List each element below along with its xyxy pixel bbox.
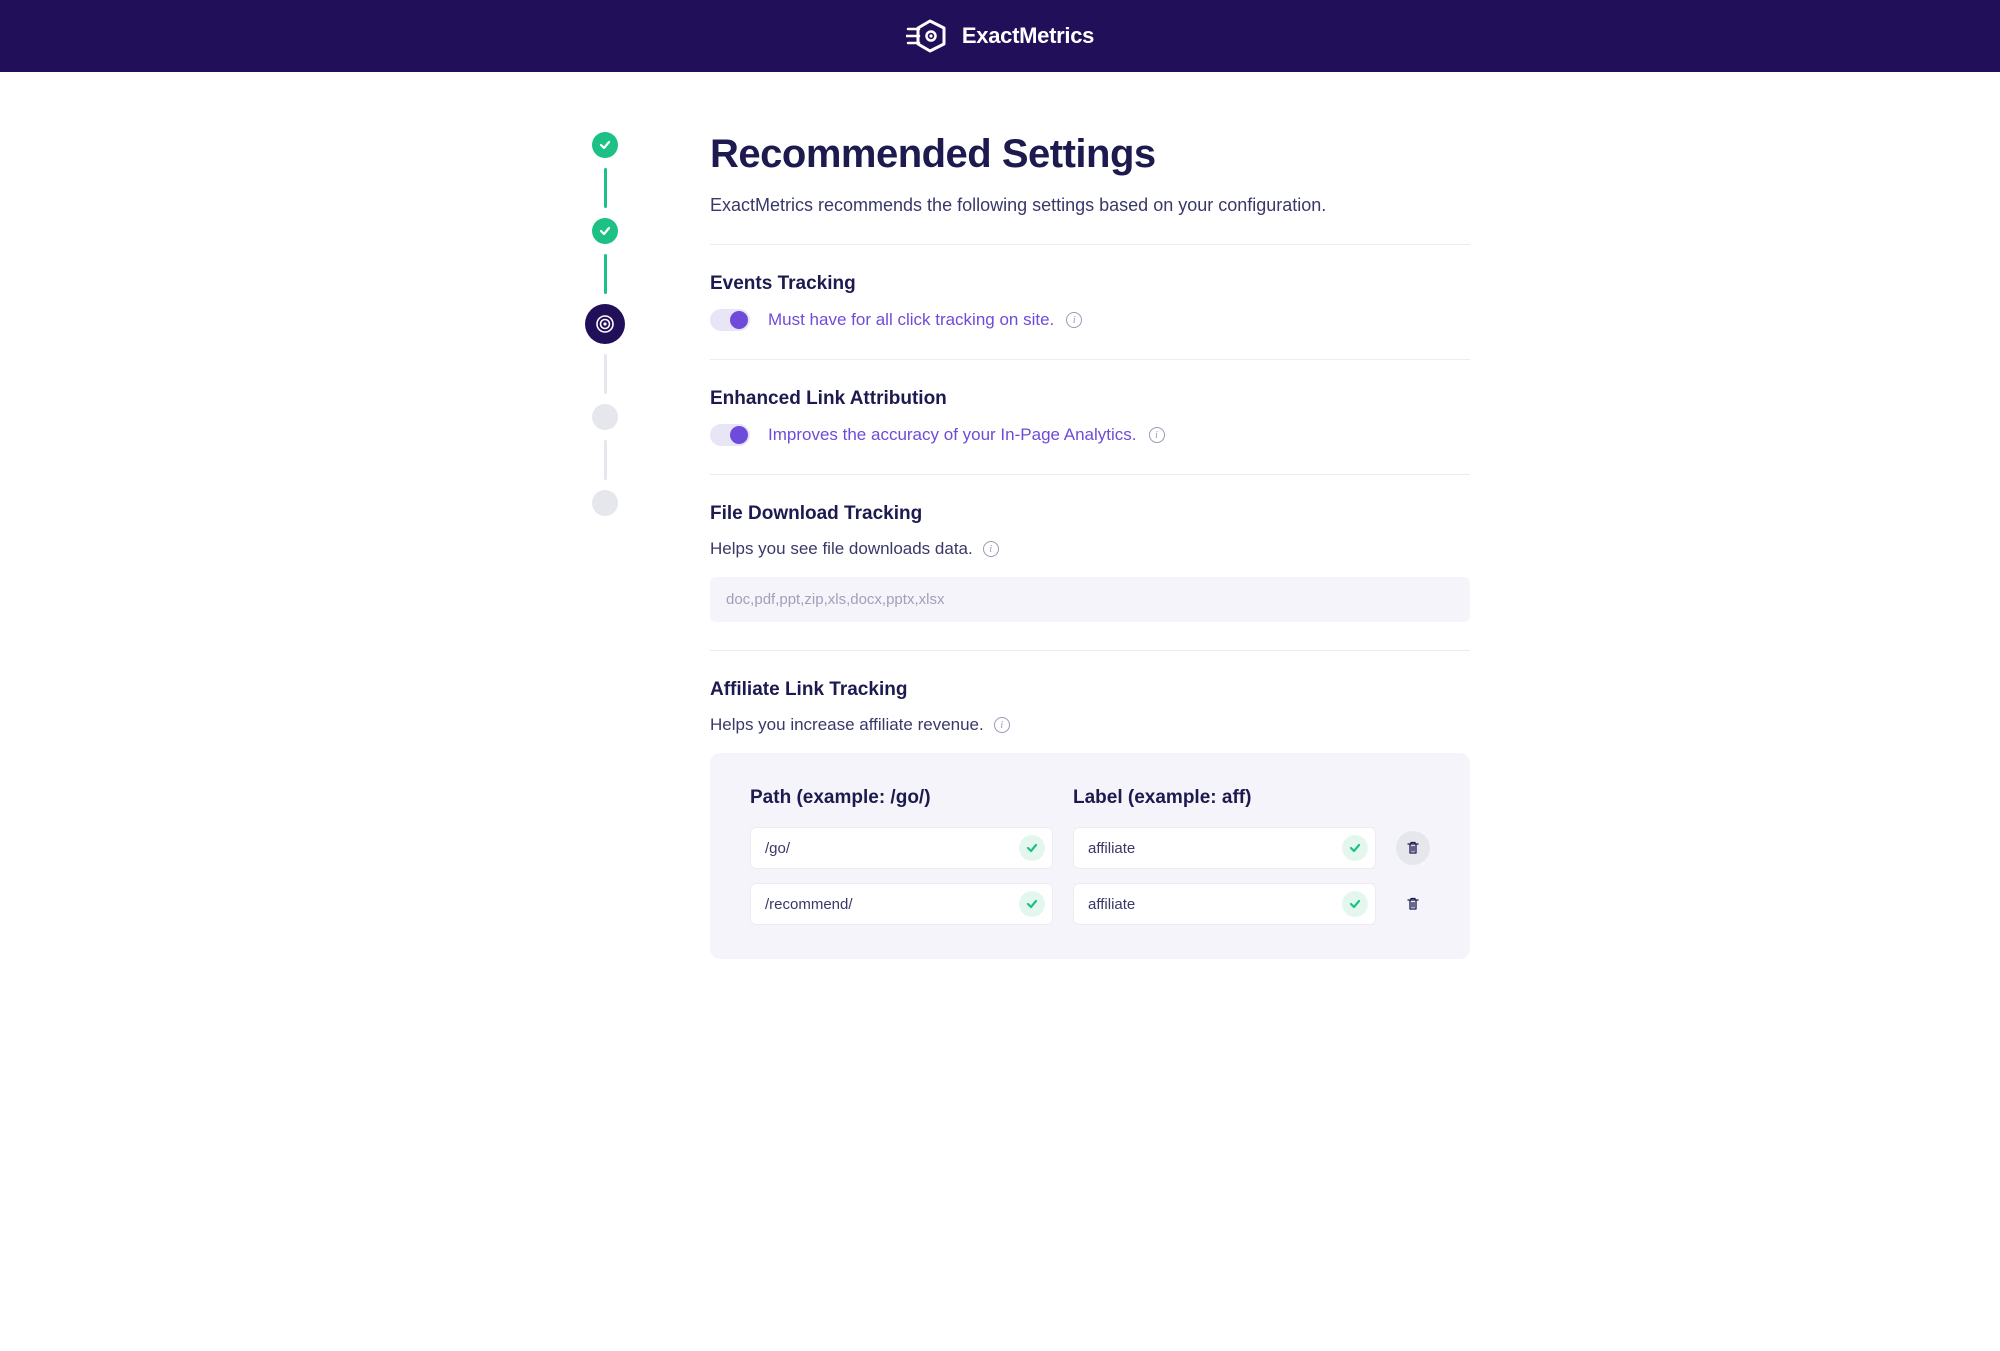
file-download-sub-text: Helps you see file downloads data.	[710, 539, 973, 559]
step-5-future[interactable]	[592, 490, 618, 516]
affiliate-path-input[interactable]	[750, 827, 1053, 869]
valid-check-icon	[1342, 891, 1368, 917]
delete-row-button[interactable]	[1396, 831, 1430, 865]
affiliate-row	[750, 827, 1430, 869]
affiliate-sub: Helps you increase affiliate revenue. i	[710, 715, 1470, 735]
affiliate-path-input[interactable]	[750, 883, 1053, 925]
affiliate-sub-text: Helps you increase affiliate revenue.	[710, 715, 984, 735]
trash-icon	[1405, 840, 1421, 856]
info-icon[interactable]: i	[1066, 312, 1082, 328]
affiliate-path-header: Path (example: /go/)	[750, 787, 1053, 809]
app-header: ExactMetrics	[0, 0, 2000, 72]
events-tracking-desc: Must have for all click tracking on site…	[768, 310, 1082, 330]
page-title: Recommended Settings	[710, 132, 1470, 177]
brand-name: ExactMetrics	[962, 23, 1094, 49]
valid-check-icon	[1019, 891, 1045, 917]
affiliate-label-input[interactable]	[1073, 827, 1376, 869]
affiliate-label-input[interactable]	[1073, 883, 1376, 925]
info-icon[interactable]: i	[983, 541, 999, 557]
enhanced-link-title: Enhanced Link Attribution	[710, 388, 1470, 410]
step-2-done[interactable]	[592, 218, 618, 244]
affiliate-block: Path (example: /go/) Label (example: aff…	[710, 753, 1470, 959]
step-connector	[604, 168, 607, 208]
checkmark-icon	[598, 138, 612, 152]
affiliate-label-header: Label (example: aff)	[1073, 787, 1376, 809]
delete-row-button[interactable]	[1396, 887, 1430, 921]
events-tracking-title: Events Tracking	[710, 273, 1470, 295]
toggle-knob	[730, 426, 748, 444]
file-extensions-input[interactable]: doc,pdf,ppt,zip,xls,docx,pptx,xlsx	[710, 577, 1470, 622]
divider	[710, 244, 1470, 245]
checkmark-icon	[598, 224, 612, 238]
valid-check-icon	[1342, 835, 1368, 861]
events-tracking-desc-text: Must have for all click tracking on site…	[768, 310, 1054, 330]
affiliate-row	[750, 883, 1430, 925]
info-icon[interactable]: i	[1149, 427, 1165, 443]
events-tracking-toggle[interactable]	[710, 309, 750, 331]
step-3-current[interactable]	[585, 304, 625, 344]
affiliate-title: Affiliate Link Tracking	[710, 679, 1470, 701]
page-subtitle: ExactMetrics recommends the following se…	[710, 195, 1470, 216]
divider	[710, 474, 1470, 475]
file-download-title: File Download Tracking	[710, 503, 1470, 525]
file-download-sub: Helps you see file downloads data. i	[710, 539, 1470, 559]
step-1-done[interactable]	[592, 132, 618, 158]
valid-check-icon	[1019, 835, 1045, 861]
divider	[710, 650, 1470, 651]
enhanced-link-desc-text: Improves the accuracy of your In-Page An…	[768, 425, 1137, 445]
toggle-knob	[730, 311, 748, 329]
logo-icon	[906, 19, 950, 53]
main-content: Recommended Settings ExactMetrics recomm…	[710, 132, 1470, 959]
step-4-future[interactable]	[592, 404, 618, 430]
info-icon[interactable]: i	[994, 717, 1010, 733]
trash-icon	[1405, 896, 1421, 912]
wizard-stepper	[530, 132, 680, 959]
enhanced-link-desc: Improves the accuracy of your In-Page An…	[768, 425, 1165, 445]
step-connector	[604, 254, 607, 294]
step-connector	[604, 440, 607, 480]
target-icon	[595, 314, 615, 334]
step-connector	[604, 354, 607, 394]
enhanced-link-toggle[interactable]	[710, 424, 750, 446]
divider	[710, 359, 1470, 360]
